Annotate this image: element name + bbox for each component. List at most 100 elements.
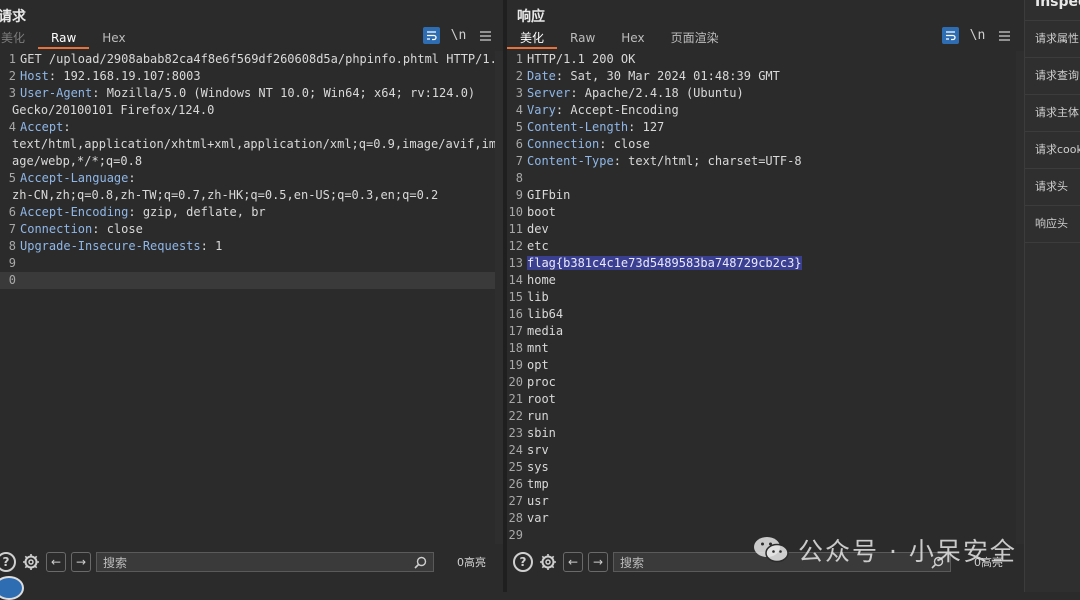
line-content: etc (527, 238, 549, 255)
header-value: Gecko/20100101 Firefox/124.0 (12, 103, 215, 117)
code-line: 14 home (507, 272, 1016, 289)
response-search-placeholder: 搜索 (620, 555, 645, 570)
response-scrollbar[interactable] (1016, 51, 1024, 544)
response-tab-pretty[interactable]: 美化 (507, 29, 558, 49)
code-line: 7 Connection: close (0, 221, 495, 238)
request-search-input[interactable]: 搜索 (96, 552, 434, 572)
header-value: srv (527, 443, 549, 457)
line-number: 8 (515, 171, 523, 185)
line-number: 28 (508, 511, 523, 525)
header-value: : (128, 171, 136, 185)
line-content: Vary: Accept-Encoding (527, 102, 679, 119)
hamburger-menu-icon[interactable] (996, 27, 1013, 44)
header-value: sbin (527, 426, 556, 440)
header-value: : 1 (200, 239, 223, 253)
response-title: 响应 (517, 9, 545, 25)
line-number: 18 (508, 341, 523, 355)
line-number: 12 (508, 239, 523, 253)
request-search-placeholder: 搜索 (103, 555, 128, 570)
response-tab-raw[interactable]: Raw (557, 29, 608, 49)
code-line: 17 media (507, 323, 1016, 340)
code-line: 28 var (507, 510, 1016, 527)
request-search-bar: ? ← → 搜索 0高亮 (0, 548, 503, 576)
watermark-text: 公众号 · 小呆安全 (798, 537, 1017, 566)
code-line: Gecko/20100101 Firefox/124.0 (0, 102, 495, 119)
line-number: 21 (508, 392, 523, 406)
line-content: GET /upload/2908abab82ca4f8e6f569df26060… (20, 51, 503, 68)
inspector-item-request-cookies[interactable]: 请求cookie (1025, 131, 1080, 168)
wechat-logo-icon (754, 537, 789, 563)
line-content: dev (527, 221, 549, 238)
request-editor[interactable]: 1 GET /upload/2908abab82ca4f8e6f569df2606… (0, 51, 503, 544)
line-number: 6 (8, 205, 16, 219)
header-name: Vary (527, 103, 556, 117)
response-editor[interactable]: 1 HTTP/1.1 200 OK 2 Date: Sat, 30 Mar 2024 … (507, 51, 1016, 544)
wrap-lines-icon[interactable] (942, 27, 959, 44)
request-tab-raw[interactable]: Raw (38, 29, 90, 49)
code-line: 7 Content-Type: text/html; charset=UTF-8 (507, 153, 1016, 170)
header-value: opt (527, 358, 549, 372)
request-tab-hex[interactable]: Hex (89, 29, 138, 49)
inspector-item-request-attributes[interactable]: 请求属性 (1025, 20, 1080, 57)
header-name: User-Agent (20, 86, 93, 100)
inspector-item-request-query[interactable]: 请求查询 (1025, 57, 1080, 94)
line-content: mnt (527, 340, 549, 357)
line-content: Accept-Encoding: gzip, deflate, br (20, 204, 266, 221)
code-line: 1 HTTP/1.1 200 OK (507, 51, 1016, 68)
header-value: media (527, 324, 564, 338)
next-arrow-icon[interactable]: → (71, 552, 91, 572)
line-number: 24 (508, 443, 523, 457)
code-line: 9 (0, 255, 495, 272)
previous-arrow-icon[interactable]: ← (563, 552, 583, 572)
code-line: 0 (0, 272, 495, 289)
line-content: srv (527, 442, 549, 459)
code-line: 2 Date: Sat, 30 Mar 2024 01:48:39 GMT (507, 68, 1016, 85)
request-tab-pretty[interactable]: 美化 (0, 29, 38, 49)
code-line: 6 Connection: close (507, 136, 1016, 153)
request-title: 请求 (0, 9, 26, 25)
header-value: : 127 (628, 120, 665, 134)
line-number: 6 (515, 137, 523, 151)
header-value: : (63, 120, 71, 134)
code-line: 8 Upgrade-Insecure-Requests: 1 (0, 238, 495, 255)
line-number: 5 (515, 120, 523, 134)
response-tab-render[interactable]: 页面渲染 (658, 29, 732, 49)
code-line: 3 User-Agent: Mozilla/5.0 (Windows NT 10.… (0, 85, 495, 102)
line-content: Content-Type: text/html; charset=UTF-8 (527, 153, 802, 170)
inspector-item-request-headers[interactable]: 请求头 (1025, 168, 1080, 205)
code-line: 18 mnt (507, 340, 1016, 357)
code-line: 12 etc (507, 238, 1016, 255)
next-arrow-icon[interactable]: → (588, 552, 608, 572)
settings-gear-icon[interactable] (538, 552, 558, 572)
request-pane: 请求 美化 Raw Hex \n 1 GET /upload/2908abab82… (0, 0, 503, 592)
response-tab-hex[interactable]: Hex (608, 29, 657, 49)
line-number: 14 (508, 273, 523, 287)
line-content: Accept: (20, 119, 71, 136)
inspector-item-request-body[interactable]: 请求主体 (1025, 94, 1080, 131)
header-value: proc (527, 375, 556, 389)
header-value: : close (92, 222, 143, 236)
line-number: 3 (8, 86, 16, 100)
header-value: : 192.168.19.107:8003 (48, 69, 201, 83)
header-value: run (527, 409, 549, 423)
line-content: usr (527, 493, 549, 510)
help-icon[interactable]: ? (513, 552, 533, 572)
help-icon[interactable]: ? (0, 552, 16, 572)
line-number: 9 (8, 256, 16, 270)
line-content: Connection: close (20, 221, 143, 238)
request-scrollbar[interactable] (495, 51, 503, 544)
inspector-item-response-headers[interactable]: 响应头 (1025, 205, 1080, 243)
previous-arrow-icon[interactable]: ← (46, 552, 66, 572)
code-line: 1 GET /upload/2908abab82ca4f8e6f569df2606… (0, 51, 503, 68)
hamburger-menu-icon[interactable] (477, 27, 494, 44)
inspector-title: Inspector (1035, 0, 1080, 10)
code-line: 23 sbin (507, 425, 1016, 442)
code-line: 13 flag{b381c4c1e73d5489583ba748729cb2c3} (507, 255, 1016, 272)
wrap-lines-icon[interactable] (423, 27, 440, 44)
newline-toggle-button[interactable]: \n (969, 27, 986, 44)
settings-gear-icon[interactable] (21, 552, 41, 572)
newline-toggle-button[interactable]: \n (450, 27, 467, 44)
flag-highlight: flag{b381c4c1e73d5489583ba748729cb2c3} (527, 256, 802, 270)
line-number: 11 (508, 222, 523, 236)
line-number: 7 (8, 222, 16, 236)
